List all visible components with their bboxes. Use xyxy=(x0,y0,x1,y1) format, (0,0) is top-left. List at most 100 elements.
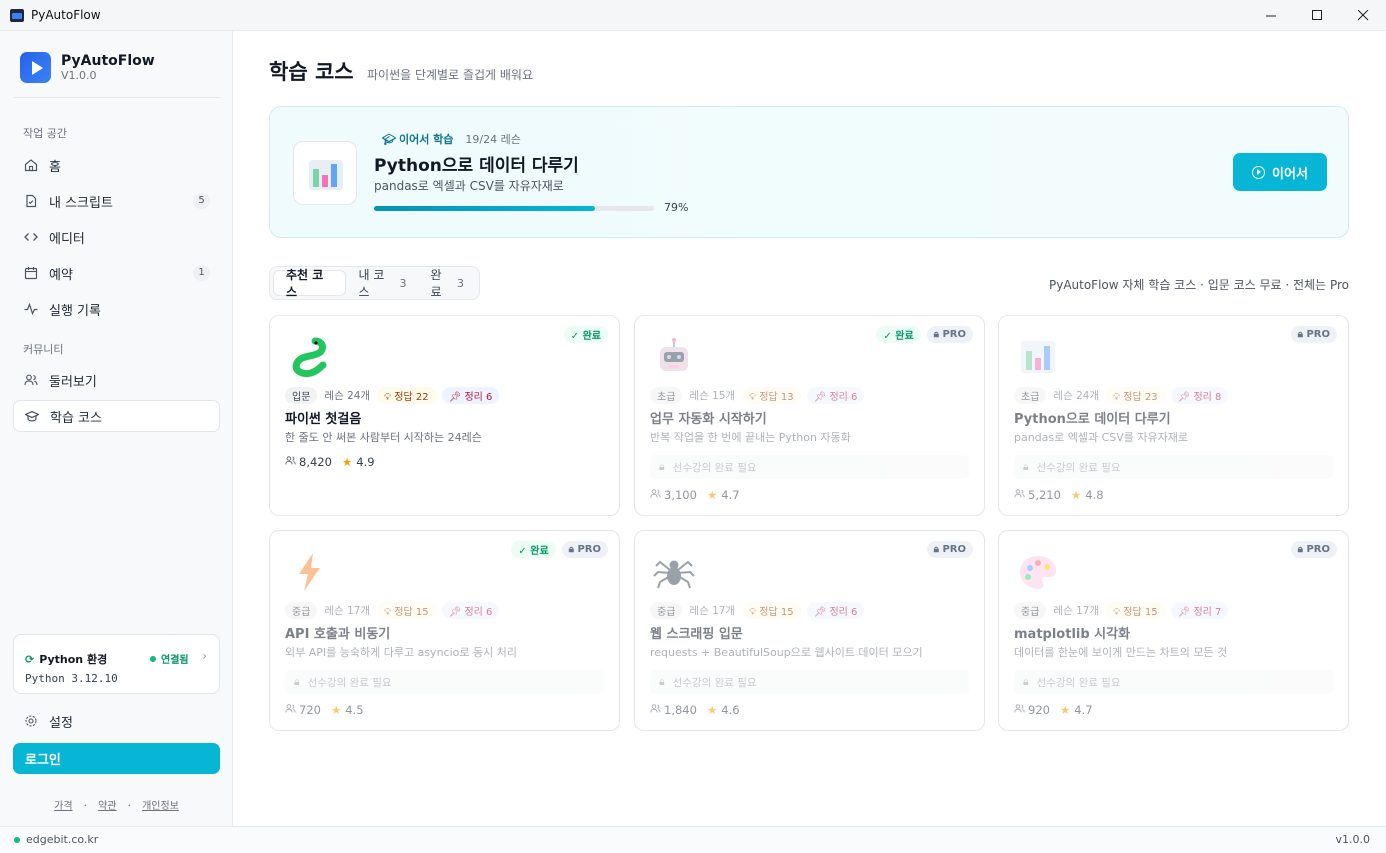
window-controls xyxy=(1248,0,1386,31)
course-stats: 920 ★ 4.7 xyxy=(1014,703,1093,717)
sidebar-item-label: 홈 xyxy=(49,159,61,175)
pricing-link[interactable]: 가격 xyxy=(54,801,72,812)
spider-icon xyxy=(652,550,696,594)
card-badges: 🔒︎ PRO xyxy=(1285,541,1337,558)
level-badge: 초급 xyxy=(1014,387,1047,404)
level-badge: 중급 xyxy=(285,602,318,619)
pro-badge: 🔒︎ PRO xyxy=(1290,326,1337,343)
minimize-icon xyxy=(1265,15,1276,17)
resume-button[interactable]: 이어서 xyxy=(1233,153,1327,191)
sidebar-item-my-scripts[interactable]: 내 스크립트 5 xyxy=(13,185,220,217)
site-link[interactable]: edgebit.co.kr xyxy=(14,833,98,846)
close-button[interactable] xyxy=(1340,0,1386,31)
progress-percent: 79% xyxy=(664,201,689,214)
minimize-button[interactable] xyxy=(1248,0,1294,31)
lock-icon: 🔒︎ xyxy=(1023,675,1029,688)
sidebar-item-home[interactable]: 홈 xyxy=(13,149,220,181)
course-card[interactable]: ✓ 완료 입문 레슨 24개 💡︎ 정답 22 📌︎ 정리 6 파이썬 첫걸음 … xyxy=(269,315,620,516)
python-version: Python 3.12.10 xyxy=(25,672,118,685)
star-icon: ★ xyxy=(1059,703,1071,717)
rating: 4.7 xyxy=(1074,703,1093,717)
course-stats: 720 ★ 4.5 xyxy=(285,703,364,717)
palette-icon xyxy=(1016,550,1060,594)
sidebar-item-label: 내 스크립트 xyxy=(49,195,113,211)
tab-completed[interactable]: 완료 3 xyxy=(419,268,476,299)
card-badges: ✓ 완료 🔒︎ PRO xyxy=(505,541,608,558)
star-icon: ★ xyxy=(1070,488,1082,502)
prerequisite-lock: 🔒︎ 선수강의 완료 필요 xyxy=(650,455,969,479)
sidebar-item-label: 설정 xyxy=(49,715,73,731)
sidebar-item-schedule[interactable]: 예약 1 xyxy=(13,257,220,289)
close-icon xyxy=(1357,10,1368,21)
users-icon xyxy=(285,703,296,717)
terms-link[interactable]: 약관 xyxy=(98,801,116,812)
users-icon xyxy=(1014,488,1025,502)
rating: 4.9 xyxy=(356,455,375,469)
users-icon xyxy=(1014,703,1025,717)
code-icon xyxy=(24,230,38,244)
footer-links: 가격 · 약관 · 개인정보 xyxy=(0,797,233,812)
chevron-right-icon: › xyxy=(202,649,207,663)
summary-count-badge: 📌︎ 정리 8 xyxy=(1170,387,1229,404)
course-card[interactable]: 🔒︎ PRO 초급 레슨 24개 💡︎ 정답 23 📌︎ 정리 8 Python… xyxy=(998,315,1349,516)
login-button[interactable]: 로그인 xyxy=(13,743,220,774)
course-title: API 호출과 비동기 xyxy=(285,627,391,642)
calendar-icon xyxy=(24,266,38,280)
sidebar-item-run-history[interactable]: 실행 기록 xyxy=(13,293,220,325)
sidebar-item-label: 둘러보기 xyxy=(49,374,97,390)
summary-count-badge: 📌︎ 정리 6 xyxy=(441,387,500,404)
answer-count-badge: 💡︎ 정답 15 xyxy=(377,602,436,619)
tabs-note: PyAutoFlow 자체 학습 코스 · 입문 코스 무료 · 전체는 Pro xyxy=(1048,278,1349,292)
course-description: pandas로 엑셀과 CSV를 자유자재로 xyxy=(1014,431,1189,444)
level-badge: 입문 xyxy=(285,387,318,404)
course-card[interactable]: 🔒︎ PRO 중급 레슨 17개 💡︎ 정답 15 📌︎ 정리 6 웹 스크래핑… xyxy=(634,530,985,731)
sidebar-item-explore[interactable]: 둘러보기 xyxy=(13,364,220,396)
python-icon: ⟳ xyxy=(25,652,35,666)
lock-icon: 🔒︎ xyxy=(659,675,665,688)
continue-learning-banner: 🎓︎ 이어서 학습 19/24 레슨 Python으로 데이터 다루기 panda… xyxy=(269,106,1349,238)
maximize-button[interactable] xyxy=(1294,0,1340,31)
star-icon: ★ xyxy=(706,488,718,502)
course-card[interactable]: 🔒︎ PRO 중급 레슨 17개 💡︎ 정답 15 📌︎ 정리 7 matplo… xyxy=(998,530,1349,731)
page-title: 학습 코스 xyxy=(269,60,354,84)
course-title: 웹 스크래핑 입문 xyxy=(650,627,743,642)
sidebar-item-learning-course[interactable]: 학습 코스 xyxy=(13,400,220,432)
pro-badge: 🔒︎ PRO xyxy=(561,541,608,558)
course-card[interactable]: ✓ 완료 🔒︎ PRO 중급 레슨 17개 💡︎ 정답 15 📌︎ 정리 6 AP… xyxy=(269,530,620,731)
answer-count-badge: 💡︎ 정답 22 xyxy=(377,387,436,404)
answer-count-badge: 💡︎ 정답 13 xyxy=(742,387,801,404)
course-stats: 1,840 ★ 4.6 xyxy=(650,703,740,717)
privacy-link[interactable]: 개인정보 xyxy=(142,801,179,812)
prerequisite-lock: 🔒︎ 선수강의 완료 필요 xyxy=(285,670,604,694)
lesson-count: 레슨 15개 xyxy=(689,390,736,402)
title-bar: PyAutoFlow xyxy=(0,0,1386,31)
course-card[interactable]: ✓ 완료 🔒︎ PRO 초급 레슨 15개 💡︎ 정답 13 📌︎ 정리 6 업무… xyxy=(634,315,985,516)
sidebar-item-editor[interactable]: 에디터 xyxy=(13,221,220,253)
done-badge: ✓ 완료 xyxy=(876,326,921,343)
app-icon xyxy=(10,8,24,22)
brand[interactable]: PyAutoFlow V1.0.0 xyxy=(20,52,155,83)
course-stats: 3,100 ★ 4.7 xyxy=(650,488,740,502)
python-env-card[interactable]: ⟳ Python 환경 연결됨 › Python 3.12.10 xyxy=(13,634,220,694)
file-icon xyxy=(24,194,38,208)
rating: 4.5 xyxy=(345,703,364,717)
card-badges: ✓ 완료 🔒︎ PRO xyxy=(870,326,973,343)
level-badge: 중급 xyxy=(650,602,683,619)
tab-my-courses[interactable]: 내 코스 3 xyxy=(346,268,418,299)
course-meta: 중급 레슨 17개 💡︎ 정답 15 📌︎ 정리 7 xyxy=(1014,602,1229,619)
student-count: 5,210 xyxy=(1028,488,1061,502)
sidebar: PyAutoFlow V1.0.0 작업 공간 홈 내 스크립트 5 에디터 예… xyxy=(0,31,233,826)
course-title: Python으로 데이터 다루기 xyxy=(1014,412,1171,427)
pro-badge: 🔒︎ PRO xyxy=(926,326,973,343)
course-description: 한 줄도 안 써본 사람부터 시작하는 24레슨 xyxy=(285,431,482,444)
tab-recommended[interactable]: 추천 코스 xyxy=(273,268,347,299)
status-bar: edgebit.co.kr v1.0.0 xyxy=(0,826,1386,853)
lesson-progress-count: 19/24 레슨 xyxy=(465,133,521,146)
hero-course-subtitle: pandas로 엑셀과 CSV를 자유자재로 xyxy=(374,179,564,193)
pro-badge: 🔒︎ PRO xyxy=(926,541,973,558)
summary-count-badge: 📌︎ 정리 7 xyxy=(1170,602,1229,619)
summary-count-badge: 📌︎ 정리 6 xyxy=(441,602,500,619)
star-icon: ★ xyxy=(341,455,353,469)
sidebar-item-settings[interactable]: 설정 xyxy=(13,705,220,737)
python-env-title: Python 환경 xyxy=(39,653,108,666)
